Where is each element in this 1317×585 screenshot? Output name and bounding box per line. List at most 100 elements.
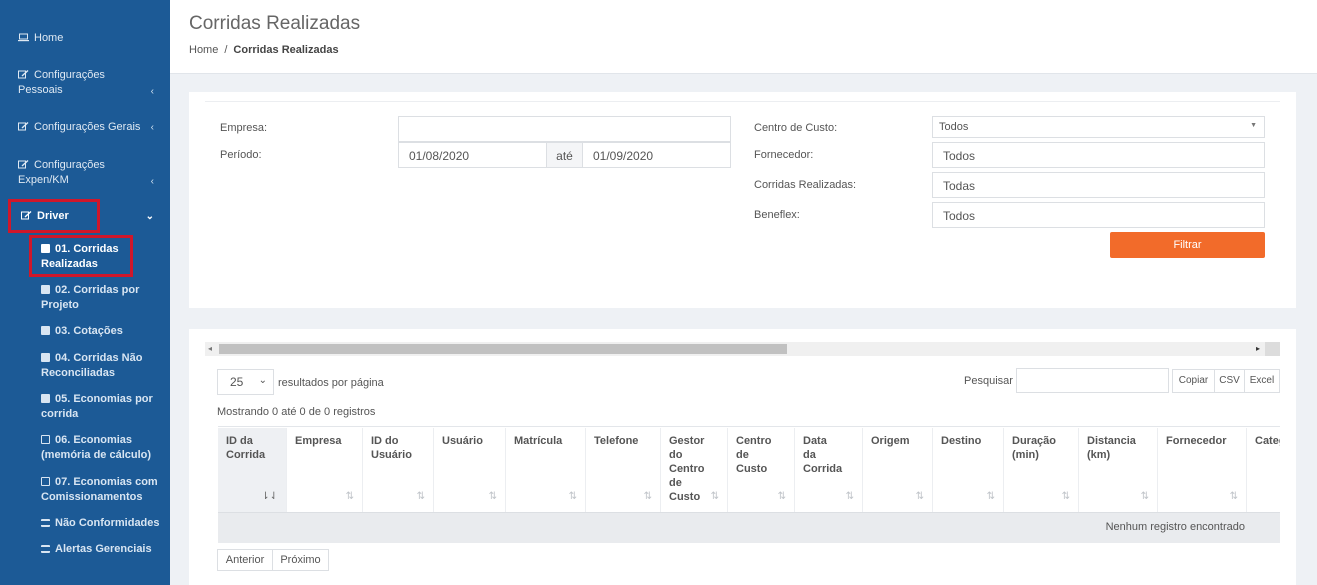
empresa-label: Empresa: [220,122,268,134]
column-header-label: Centro de Custo [736,435,772,475]
column-header-label: Usuário [442,435,483,447]
sidebar-item-label: Home [34,32,64,44]
sort-icon: ⇅ [1061,491,1070,502]
file-icon [41,285,50,294]
excel-button[interactable]: Excel [1244,369,1280,393]
column-header-duracao[interactable]: Duração (min) ⇅ [1004,428,1079,512]
edit-icon [18,160,29,169]
scrollbar-corner [1265,342,1280,356]
centro-custo-select[interactable]: Todos ▼ [932,116,1265,138]
csv-button[interactable]: CSV [1214,369,1245,393]
sort-icon: ⇅ [1140,491,1149,502]
column-header-label: Telefone [594,435,639,447]
money-icon [41,477,50,486]
filtrar-button[interactable]: Filtrar [1110,232,1265,258]
column-header-label: Matrícula [514,435,563,447]
sort-icon: ⇅ [488,491,497,502]
edit-icon [18,70,29,79]
sidebar-subitem-corridas-projeto[interactable]: 02. Corridas por Projeto [41,283,176,313]
column-header-usuario[interactable]: Usuário ⇅ [434,428,506,512]
column-header-empresa[interactable]: Empresa ⇅ [287,428,363,512]
column-header-fornecedor[interactable]: Fornecedor ⇅ [1158,428,1247,512]
column-header-label: ID do Usuário [371,435,412,461]
sidebar-subitem-economias-comissionamentos[interactable]: 07. Economias com Comissionamentos [41,475,176,505]
chevron-left-icon: ‹ [150,176,154,187]
highlight-box-driver [8,199,100,233]
sidebar-subitem-corridas-nao-reconciliadas[interactable]: 04. Corridas Não Reconciliadas [41,351,176,381]
column-header-matricula[interactable]: Matrícula ⇅ [506,428,586,512]
sidebar-item-configuracoes-gerais[interactable]: Configurações Gerais ‹ [0,120,170,135]
empresa-input[interactable] [398,116,731,142]
column-header-label: Duração (min) [1012,435,1057,461]
sidebar-subitem-label: 07. Economias com [55,476,158,488]
column-header-id-corrida[interactable]: ID da Corrida ⇂⇃ [218,428,287,512]
page-title: Corridas Realizadas [189,13,361,34]
sidebar-subitem-cotacoes[interactable]: 03. Cotações [41,324,176,339]
breadcrumb: Home / Corridas Realizadas [189,44,339,56]
column-header-id-usuario[interactable]: ID do Usuário ⇅ [363,428,434,512]
sort-icon: ⇅ [845,491,854,502]
divider [218,426,1280,427]
column-header-label: Distancia (km) [1087,435,1136,461]
column-header-label: Destino [941,435,982,447]
scrollbar-thumb[interactable] [219,344,787,354]
column-header-data-corrida[interactable]: Data da Corrida ⇅ [795,428,863,512]
file-icon [41,326,50,335]
column-header-categoria[interactable]: Categ [1247,428,1280,512]
column-header-destino[interactable]: Destino ⇅ [933,428,1004,512]
horizontal-scrollbar[interactable]: ◂ ▸ [205,342,1280,356]
search-input[interactable] [1016,368,1169,393]
column-header-centro-custo[interactable]: Centro de Custo ⇅ [728,428,795,512]
column-header-telefone[interactable]: Telefone ⇅ [586,428,661,512]
sidebar-item-label: Configurações [34,159,105,171]
periodo-end-input[interactable]: 01/09/2020 [582,142,731,168]
sort-icon: ⇅ [568,491,577,502]
sort-icon: ⇅ [777,491,786,502]
column-header-distancia[interactable]: Distancia (km) ⇅ [1079,428,1158,512]
sidebar-subitem-label: 06. Economias [55,434,133,446]
centro-custo-label: Centro de Custo: [754,122,838,134]
sidebar-subitem-economias-memoria[interactable]: 06. Economias (memória de cálculo) [41,433,176,463]
column-header-label: Categ [1255,435,1280,447]
periodo-start-input[interactable]: 01/08/2020 [398,142,547,168]
sidebar-item-home[interactable]: Home [0,31,170,46]
sidebar-subitem-label-2: Comissionamentos [41,491,143,503]
sidebar-subitem-economias-corrida[interactable]: 05. Economias por corrida [41,392,176,422]
sort-icon: ⇅ [1229,491,1238,502]
fornecedor-label: Fornecedor: [754,149,814,161]
scroll-right-icon[interactable]: ▸ [1256,344,1260,353]
sort-icon: ⇅ [986,491,995,502]
periodo-ate-addon: até [546,142,583,168]
column-header-label: Empresa [295,435,342,447]
sidebar-item-label: Configurações [34,69,105,81]
scroll-left-icon[interactable]: ◂ [208,344,212,353]
sidebar-subitem-label-2: Reconciliadas [41,367,115,379]
column-header-label: Data da Corrida [803,435,843,475]
corridas-realizadas-select[interactable]: Todas [932,172,1265,198]
chevron-left-icon: ‹ [150,86,154,97]
next-page-button[interactable]: Próximo [272,549,329,571]
sidebar-subitem-nao-conformidades[interactable]: Não Conformidades [41,516,176,531]
sidebar-item-configuracoes-expen[interactable]: Configurações Expen/KM ‹ [0,158,170,188]
fornecedor-select[interactable]: Todos [932,142,1265,168]
column-header-origem[interactable]: Origem ⇅ [863,428,933,512]
beneflex-label: Beneflex: [754,209,800,221]
sidebar-subitem-label: 05. Economias por [55,393,153,405]
page-size-select[interactable]: 25 ⌄ [217,369,274,395]
sidebar-subitem-alertas-gerenciais[interactable]: Alertas Gerenciais [41,542,176,557]
previous-page-button[interactable]: Anterior [217,549,273,571]
edit-icon [18,122,29,131]
column-header-gestor[interactable]: Gestor do Centro de Custo ⇅ [661,428,728,512]
breadcrumb-home[interactable]: Home [189,44,218,56]
sort-asc-icon: ⇂⇃ [261,491,278,502]
sort-icon: ⇅ [416,491,425,502]
page-header: Corridas Realizadas Home / Corridas Realiz… [170,0,1317,74]
beneflex-select[interactable]: Todos [932,202,1265,228]
copy-button[interactable]: Copiar [1172,369,1215,393]
sidebar-item-label-2: Expen/KM [18,174,69,186]
column-header-label: Fornecedor [1166,435,1227,447]
sidebar-item-configuracoes-pessoais[interactable]: Configurações Pessoais ‹ [0,68,170,98]
page-size-label: resultados por página [278,377,384,389]
highlight-box-corridas [29,235,133,277]
file-icon [41,394,50,403]
